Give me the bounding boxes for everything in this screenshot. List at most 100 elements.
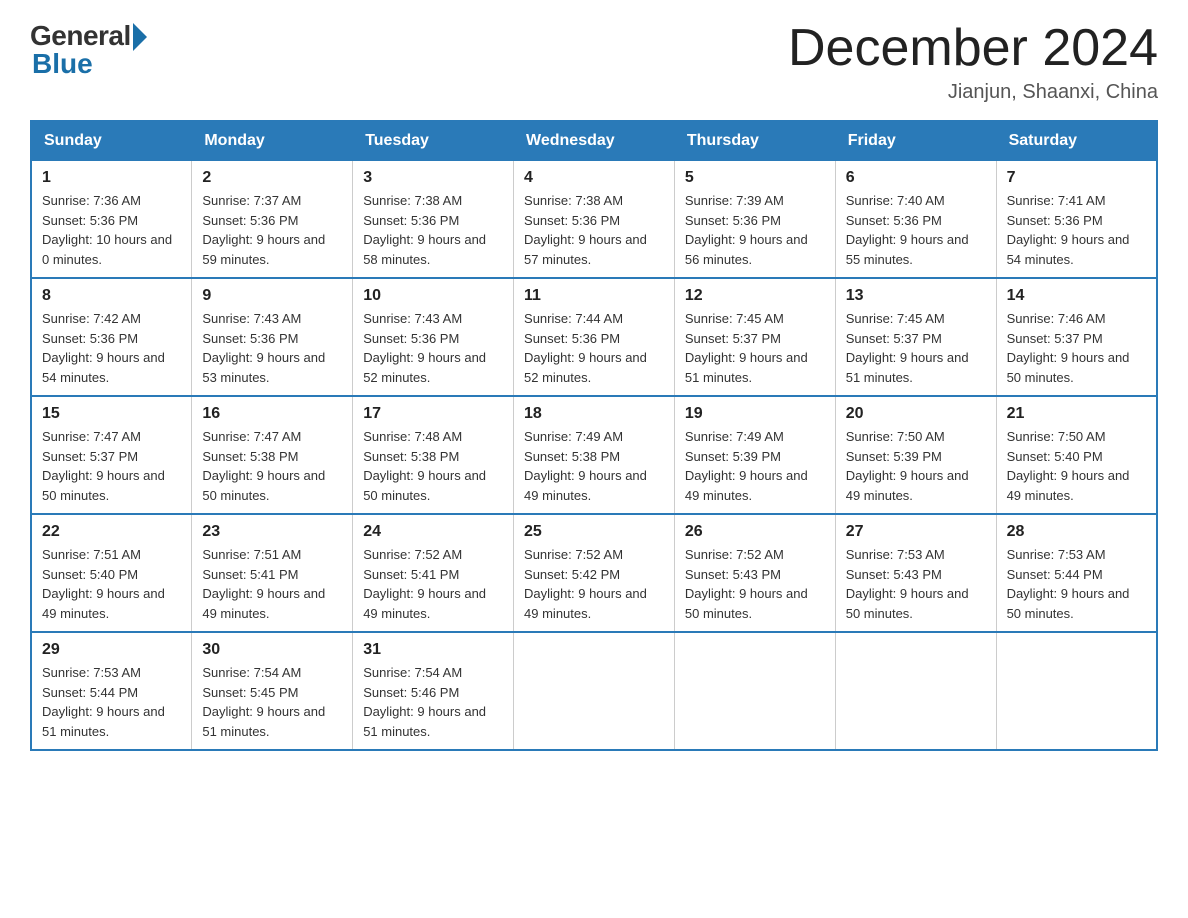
day-info: Sunrise: 7:52 AMSunset: 5:41 PMDaylight:… [363,545,503,623]
day-number: 8 [42,287,181,305]
day-number: 2 [202,169,342,187]
week-row-4: 22 Sunrise: 7:51 AMSunset: 5:40 PMDaylig… [31,514,1157,632]
weekday-header-monday: Monday [192,121,353,161]
calendar-cell [514,632,675,750]
day-number: 11 [524,287,664,305]
logo: General Blue [30,20,147,80]
day-number: 28 [1007,523,1146,541]
day-number: 21 [1007,405,1146,423]
day-info: Sunrise: 7:44 AMSunset: 5:36 PMDaylight:… [524,309,664,387]
day-number: 1 [42,169,181,187]
day-info: Sunrise: 7:47 AMSunset: 5:37 PMDaylight:… [42,427,181,505]
calendar-cell: 13 Sunrise: 7:45 AMSunset: 5:37 PMDaylig… [835,278,996,396]
day-info: Sunrise: 7:54 AMSunset: 5:45 PMDaylight:… [202,663,342,741]
day-info: Sunrise: 7:45 AMSunset: 5:37 PMDaylight:… [846,309,986,387]
calendar-cell: 26 Sunrise: 7:52 AMSunset: 5:43 PMDaylig… [674,514,835,632]
day-info: Sunrise: 7:52 AMSunset: 5:43 PMDaylight:… [685,545,825,623]
day-info: Sunrise: 7:49 AMSunset: 5:39 PMDaylight:… [685,427,825,505]
day-info: Sunrise: 7:53 AMSunset: 5:44 PMDaylight:… [42,663,181,741]
calendar-cell: 8 Sunrise: 7:42 AMSunset: 5:36 PMDayligh… [31,278,192,396]
calendar-cell: 31 Sunrise: 7:54 AMSunset: 5:46 PMDaylig… [353,632,514,750]
day-number: 25 [524,523,664,541]
calendar-cell: 2 Sunrise: 7:37 AMSunset: 5:36 PMDayligh… [192,161,353,279]
day-info: Sunrise: 7:41 AMSunset: 5:36 PMDaylight:… [1007,191,1146,269]
day-info: Sunrise: 7:51 AMSunset: 5:40 PMDaylight:… [42,545,181,623]
day-info: Sunrise: 7:40 AMSunset: 5:36 PMDaylight:… [846,191,986,269]
day-number: 30 [202,641,342,659]
day-number: 26 [685,523,825,541]
day-info: Sunrise: 7:54 AMSunset: 5:46 PMDaylight:… [363,663,503,741]
day-info: Sunrise: 7:38 AMSunset: 5:36 PMDaylight:… [524,191,664,269]
day-number: 3 [363,169,503,187]
day-info: Sunrise: 7:49 AMSunset: 5:38 PMDaylight:… [524,427,664,505]
calendar-cell [674,632,835,750]
title-block: December 2024 Jianjun, Shaanxi, China [788,20,1158,104]
day-number: 12 [685,287,825,305]
calendar-table: SundayMondayTuesdayWednesdayThursdayFrid… [30,120,1158,751]
calendar-cell [835,632,996,750]
logo-arrow-icon [133,23,147,51]
calendar-cell: 25 Sunrise: 7:52 AMSunset: 5:42 PMDaylig… [514,514,675,632]
calendar-cell: 3 Sunrise: 7:38 AMSunset: 5:36 PMDayligh… [353,161,514,279]
day-number: 19 [685,405,825,423]
calendar-cell: 10 Sunrise: 7:43 AMSunset: 5:36 PMDaylig… [353,278,514,396]
calendar-cell: 14 Sunrise: 7:46 AMSunset: 5:37 PMDaylig… [996,278,1157,396]
calendar-cell: 6 Sunrise: 7:40 AMSunset: 5:36 PMDayligh… [835,161,996,279]
day-number: 15 [42,405,181,423]
calendar-cell: 11 Sunrise: 7:44 AMSunset: 5:36 PMDaylig… [514,278,675,396]
weekday-header-row: SundayMondayTuesdayWednesdayThursdayFrid… [31,121,1157,161]
calendar-cell: 24 Sunrise: 7:52 AMSunset: 5:41 PMDaylig… [353,514,514,632]
day-number: 10 [363,287,503,305]
day-info: Sunrise: 7:38 AMSunset: 5:36 PMDaylight:… [363,191,503,269]
day-number: 16 [202,405,342,423]
day-number: 22 [42,523,181,541]
day-number: 29 [42,641,181,659]
day-info: Sunrise: 7:43 AMSunset: 5:36 PMDaylight:… [202,309,342,387]
day-number: 14 [1007,287,1146,305]
day-number: 9 [202,287,342,305]
day-info: Sunrise: 7:48 AMSunset: 5:38 PMDaylight:… [363,427,503,505]
day-number: 27 [846,523,986,541]
day-info: Sunrise: 7:46 AMSunset: 5:37 PMDaylight:… [1007,309,1146,387]
calendar-cell: 28 Sunrise: 7:53 AMSunset: 5:44 PMDaylig… [996,514,1157,632]
calendar-cell: 20 Sunrise: 7:50 AMSunset: 5:39 PMDaylig… [835,396,996,514]
week-row-5: 29 Sunrise: 7:53 AMSunset: 5:44 PMDaylig… [31,632,1157,750]
day-number: 6 [846,169,986,187]
calendar-cell: 1 Sunrise: 7:36 AMSunset: 5:36 PMDayligh… [31,161,192,279]
calendar-cell: 30 Sunrise: 7:54 AMSunset: 5:45 PMDaylig… [192,632,353,750]
day-number: 5 [685,169,825,187]
calendar-cell: 7 Sunrise: 7:41 AMSunset: 5:36 PMDayligh… [996,161,1157,279]
location-text: Jianjun, Shaanxi, China [788,81,1158,104]
calendar-cell: 9 Sunrise: 7:43 AMSunset: 5:36 PMDayligh… [192,278,353,396]
page-header: General Blue December 2024 Jianjun, Shaa… [30,20,1158,104]
day-number: 7 [1007,169,1146,187]
logo-blue-text: Blue [30,48,93,80]
calendar-cell: 19 Sunrise: 7:49 AMSunset: 5:39 PMDaylig… [674,396,835,514]
day-info: Sunrise: 7:37 AMSunset: 5:36 PMDaylight:… [202,191,342,269]
calendar-cell: 16 Sunrise: 7:47 AMSunset: 5:38 PMDaylig… [192,396,353,514]
day-number: 17 [363,405,503,423]
day-info: Sunrise: 7:53 AMSunset: 5:43 PMDaylight:… [846,545,986,623]
weekday-header-tuesday: Tuesday [353,121,514,161]
calendar-cell: 18 Sunrise: 7:49 AMSunset: 5:38 PMDaylig… [514,396,675,514]
day-number: 24 [363,523,503,541]
weekday-header-thursday: Thursday [674,121,835,161]
day-info: Sunrise: 7:43 AMSunset: 5:36 PMDaylight:… [363,309,503,387]
day-info: Sunrise: 7:47 AMSunset: 5:38 PMDaylight:… [202,427,342,505]
day-number: 13 [846,287,986,305]
weekday-header-sunday: Sunday [31,121,192,161]
calendar-cell: 15 Sunrise: 7:47 AMSunset: 5:37 PMDaylig… [31,396,192,514]
day-number: 20 [846,405,986,423]
day-number: 4 [524,169,664,187]
calendar-cell: 27 Sunrise: 7:53 AMSunset: 5:43 PMDaylig… [835,514,996,632]
calendar-cell: 22 Sunrise: 7:51 AMSunset: 5:40 PMDaylig… [31,514,192,632]
day-number: 23 [202,523,342,541]
day-info: Sunrise: 7:50 AMSunset: 5:40 PMDaylight:… [1007,427,1146,505]
weekday-header-friday: Friday [835,121,996,161]
calendar-cell: 5 Sunrise: 7:39 AMSunset: 5:36 PMDayligh… [674,161,835,279]
day-info: Sunrise: 7:42 AMSunset: 5:36 PMDaylight:… [42,309,181,387]
calendar-cell [996,632,1157,750]
day-info: Sunrise: 7:36 AMSunset: 5:36 PMDaylight:… [42,191,181,269]
day-info: Sunrise: 7:53 AMSunset: 5:44 PMDaylight:… [1007,545,1146,623]
calendar-cell: 29 Sunrise: 7:53 AMSunset: 5:44 PMDaylig… [31,632,192,750]
